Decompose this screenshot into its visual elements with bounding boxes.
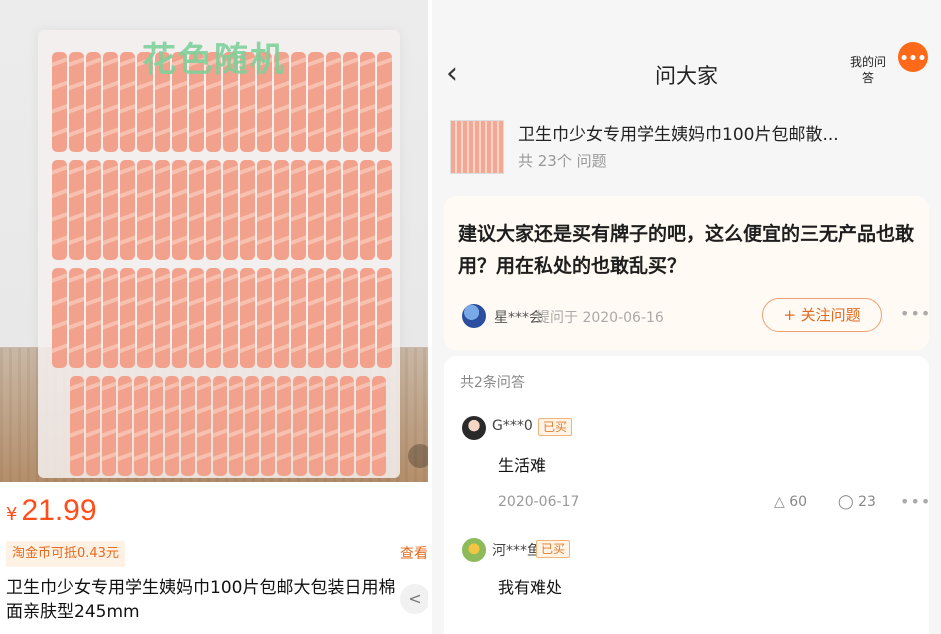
share-icon[interactable]: < [400, 584, 428, 614]
qa-panel: ‹ 问大家 我的问答 ••• 卫生巾少女专用学生姨妈巾100片包邮散... 共 … [432, 0, 941, 634]
answer-user: G***0 [492, 418, 533, 434]
view-more-link[interactable]: 查看 [400, 543, 428, 563]
product-photo[interactable]: 花色随机 [0, 0, 428, 482]
pad-row [52, 160, 392, 260]
more-icon[interactable]: ••• [898, 42, 928, 72]
answer-date: 2020-06-17 [498, 494, 580, 510]
question-more-icon[interactable]: ••• [900, 304, 931, 323]
product-name: 卫生巾少女专用学生姨妈巾100片包邮散... [518, 125, 839, 145]
coin-discount-tag: 淘金币可抵0.43元 [6, 541, 125, 567]
avatar [462, 304, 486, 328]
question-text: 建议大家还是买有牌子的吧，这么便宜的三无产品也敢用？用在私处的也敢乱买？ [458, 223, 915, 277]
photo-caption: 花色随机 [142, 40, 286, 80]
answer-text: 我有难处 [498, 578, 563, 597]
product-panel: 花色随机 ¥ 21.99 淘金币可抵0.43元 查看 卫生巾少女专用学生姨妈巾1… [0, 0, 428, 634]
my-qa-button[interactable]: 我的问答 [848, 54, 888, 86]
comment-count: 23 [858, 494, 876, 510]
product-thumbnail [450, 120, 504, 174]
product-summary[interactable]: 卫生巾少女专用学生姨妈巾100片包邮散... 共 23个 问题 [432, 112, 941, 182]
question-card: 建议大家还是买有牌子的吧，这么便宜的三无产品也敢用？用在私处的也敢乱买？ 星**… [444, 196, 931, 350]
like-icon: △ [774, 494, 785, 510]
answer-text: 生活难 [498, 456, 547, 475]
like-button[interactable]: △ 60 [774, 494, 807, 510]
question-count: 共 23个 问题 [518, 152, 607, 170]
asked-timestamp: 提问于 2020-06-16 [536, 310, 664, 326]
price: ¥ 21.99 [6, 494, 97, 534]
comment-button[interactable]: ◯ 23 [838, 494, 876, 510]
comment-icon: ◯ [838, 494, 854, 510]
bought-badge: 已买 [538, 418, 573, 436]
pad-row [52, 268, 392, 368]
answer-user: 河***鱼 [492, 543, 541, 559]
follow-question-button[interactable]: + 关注问题 [762, 298, 882, 332]
pad-row [70, 376, 387, 476]
top-bar: ‹ 问大家 我的问答 ••• [432, 40, 941, 108]
product-title: 卫生巾少女专用学生姨妈巾100片包邮大包装日用棉面亲肤型245mm [6, 578, 396, 622]
price-currency: ¥ [6, 504, 18, 525]
price-value: 21.99 [21, 494, 97, 527]
bought-badge: 已买 [536, 540, 571, 558]
answer-more-icon[interactable]: ••• [900, 492, 931, 511]
answers-total: 共2条问答 [460, 375, 525, 391]
gallery-indicator[interactable] [408, 444, 428, 468]
answers-card: 共2条问答 G***0 已买 生活难 2020-06-17 △ 60 ◯ 23 … [444, 356, 931, 634]
like-count: 60 [789, 494, 808, 510]
avatar [462, 416, 486, 440]
avatar [462, 538, 486, 562]
